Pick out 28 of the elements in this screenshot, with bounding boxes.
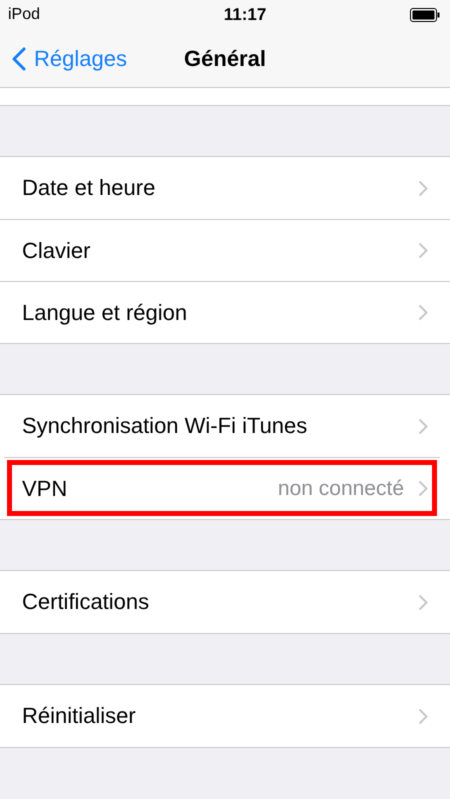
settings-row[interactable]: Date et heure: [0, 157, 450, 219]
settings-row[interactable]: Réinitialiser: [0, 685, 450, 747]
chevron-icon: [418, 480, 428, 497]
chevron-icon: [418, 708, 428, 724]
status-time: 11:17: [224, 5, 266, 25]
row-label: VPN: [22, 476, 68, 502]
chevron-icon: [418, 594, 428, 610]
settings-row[interactable]: Clavier: [0, 219, 450, 281]
row-label: Réinitialiser: [22, 703, 137, 729]
row-value: non connecté: [278, 476, 404, 500]
battery-icon: [410, 8, 440, 22]
carrier-name: iPod: [8, 6, 40, 24]
row-label: Synchronisation Wi-Fi iTunes: [22, 413, 308, 439]
back-button[interactable]: Réglages: [0, 46, 127, 72]
chevron-icon: [418, 242, 428, 259]
back-chevron-icon: [12, 46, 26, 70]
row-label: Certifications: [22, 589, 150, 615]
chevron-icon: [418, 180, 428, 196]
nav-title: Général: [184, 46, 266, 72]
row-label: Clavier: [22, 238, 92, 264]
row-label: Langue et région: [22, 300, 188, 326]
chevron-icon: [418, 418, 428, 434]
row-label: Date et heure: [22, 175, 156, 201]
chevron-icon: [418, 304, 428, 321]
settings-row[interactable]: Synchronisation Wi-Fi iTunes: [0, 395, 450, 457]
settings-row[interactable]: Langue et région: [0, 281, 450, 343]
settings-row[interactable]: VPN non connecté: [4, 457, 440, 519]
settings-row[interactable]: Certifications: [0, 571, 450, 633]
